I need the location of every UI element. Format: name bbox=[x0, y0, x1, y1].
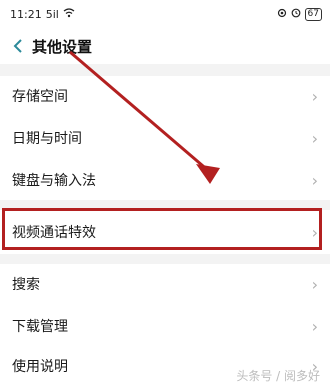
battery-indicator: 67 bbox=[304, 7, 322, 21]
settings-item-label: 使用说明 bbox=[12, 359, 68, 375]
chevron-right-icon: › bbox=[311, 86, 318, 106]
settings-item-search[interactable]: 搜索 › bbox=[0, 264, 330, 304]
settings-item-date-time[interactable]: 日期与时间 › bbox=[0, 118, 330, 158]
chevron-right-icon: › bbox=[311, 316, 318, 336]
alarm-icon bbox=[291, 8, 301, 21]
chevron-right-icon: › bbox=[311, 274, 318, 294]
status-bar: 11:21 5il 67 bbox=[0, 0, 330, 28]
signal-icon: 5il bbox=[45, 7, 59, 21]
settings-item-download-manager[interactable]: 下载管理 › bbox=[0, 306, 330, 346]
settings-item-keyboard-input[interactable]: 键盘与输入法 › bbox=[0, 160, 330, 200]
status-time: 11:21 bbox=[10, 7, 42, 21]
highlight-box bbox=[2, 208, 322, 250]
settings-item-label: 键盘与输入法 bbox=[12, 173, 96, 189]
settings-item-storage[interactable]: 存储空间 › bbox=[0, 76, 330, 116]
status-right: 67 bbox=[277, 7, 322, 21]
section-gap bbox=[0, 64, 330, 76]
settings-item-label: 日期与时间 bbox=[12, 131, 82, 147]
settings-item-label: 下载管理 bbox=[12, 319, 68, 335]
settings-icon bbox=[277, 8, 287, 21]
page-header: 其他设置 bbox=[0, 28, 330, 64]
chevron-left-icon[interactable] bbox=[10, 36, 26, 56]
watermark: 头条号 / 阅多好 bbox=[236, 369, 320, 383]
wifi-icon bbox=[63, 7, 75, 21]
settings-item-label: 搜索 bbox=[12, 277, 40, 293]
status-left: 11:21 5il bbox=[10, 8, 75, 21]
chevron-right-icon: › bbox=[311, 170, 318, 190]
page-title: 其他设置 bbox=[32, 37, 93, 56]
chevron-right-icon: › bbox=[311, 128, 318, 148]
settings-item-label: 存储空间 bbox=[12, 89, 68, 105]
section-divider bbox=[0, 254, 330, 264]
